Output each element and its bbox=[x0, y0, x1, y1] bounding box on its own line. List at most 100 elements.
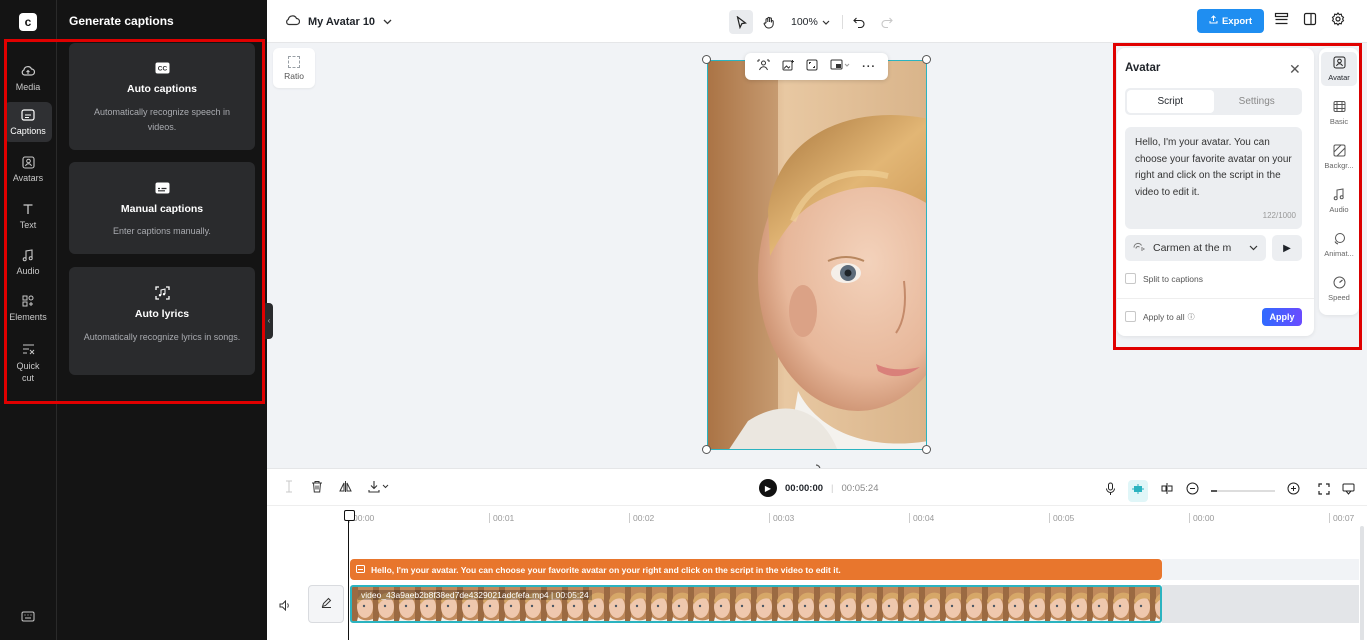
feedback-icon[interactable] bbox=[1342, 482, 1355, 500]
ruler-tick: 00:04 bbox=[909, 513, 934, 523]
hand-tool-button[interactable] bbox=[757, 10, 781, 34]
cloud-upload-icon bbox=[21, 64, 35, 78]
side-tab-speed[interactable]: Speed bbox=[1321, 272, 1357, 306]
split-to-captions-checkbox[interactable]: Split to captions bbox=[1125, 273, 1203, 284]
preview-voice-button[interactable]: ▶ bbox=[1272, 235, 1302, 261]
element-toolbar: ··· bbox=[745, 53, 888, 80]
undo-button[interactable] bbox=[847, 10, 871, 34]
video-preview[interactable] bbox=[707, 60, 927, 450]
rail-label-quick-cut: Quick cut bbox=[16, 361, 40, 383]
side-tab-avatar[interactable]: Avatar bbox=[1321, 52, 1357, 86]
tab-script[interactable]: Script bbox=[1127, 90, 1214, 113]
card-description: Enter captions manually. bbox=[113, 226, 211, 236]
avatar-panel: Avatar ✕ Script Settings Hello, I'm your… bbox=[1117, 48, 1314, 336]
resize-handle-bottom-right[interactable] bbox=[922, 445, 931, 454]
info-icon[interactable]: ⓘ bbox=[1188, 312, 1195, 322]
video-track-empty bbox=[1162, 585, 1359, 623]
side-tab-label: Avatar bbox=[1328, 73, 1350, 82]
split-icon[interactable] bbox=[283, 480, 295, 498]
timeline-zoom-slider[interactable] bbox=[1211, 490, 1275, 492]
rail-label-media: Media bbox=[15, 82, 41, 92]
side-tab-animation[interactable]: Animat... bbox=[1321, 228, 1357, 262]
ratio-icon bbox=[288, 55, 300, 68]
collapse-panel-button[interactable]: ‹ bbox=[265, 303, 273, 339]
microphone-icon[interactable] bbox=[1105, 482, 1116, 501]
project-menu[interactable]: My Avatar 10 bbox=[285, 14, 392, 29]
split-track-icon[interactable] bbox=[1160, 482, 1174, 500]
ruler-tick: 00:03 bbox=[769, 513, 794, 523]
card-title: Auto captions bbox=[127, 83, 197, 95]
more-options-icon[interactable]: ··· bbox=[862, 61, 876, 73]
redo-button[interactable] bbox=[875, 10, 899, 34]
remove-background-icon[interactable] bbox=[757, 59, 770, 74]
zoom-select[interactable]: 100% bbox=[791, 16, 830, 28]
zoom-in-icon[interactable] bbox=[1287, 482, 1300, 500]
speaker-icon[interactable] bbox=[279, 598, 291, 616]
layout-panel-icon[interactable] bbox=[1303, 12, 1317, 31]
separator: | bbox=[831, 482, 834, 494]
tab-settings[interactable]: Settings bbox=[1214, 90, 1301, 113]
resize-handle-top-right[interactable] bbox=[922, 55, 931, 64]
side-tab-background[interactable]: Backgr... bbox=[1321, 140, 1357, 174]
project-name: My Avatar 10 bbox=[308, 15, 376, 28]
rail-item-media[interactable]: Media bbox=[4, 58, 52, 98]
rail-item-quick-cut[interactable]: Quick cut bbox=[4, 336, 52, 390]
track-cover-button[interactable] bbox=[308, 585, 344, 623]
side-tab-label: Backgr... bbox=[1324, 161, 1354, 170]
video-clip[interactable]: video_43a9aeb2b8f38ed7de4329021adcfefa.m… bbox=[350, 585, 1162, 623]
voice-select[interactable]: Carmen at the m bbox=[1125, 235, 1266, 261]
app-logo[interactable]: c bbox=[19, 13, 37, 31]
delete-icon[interactable] bbox=[311, 480, 323, 498]
side-tab-basic[interactable]: Basic bbox=[1321, 96, 1357, 130]
settings-gear-icon[interactable] bbox=[1331, 12, 1345, 31]
rail-item-text[interactable]: Text bbox=[4, 196, 52, 236]
resize-handle-top-left[interactable] bbox=[702, 55, 711, 64]
apply-to-all-checkbox[interactable]: Apply to all ⓘ bbox=[1125, 311, 1195, 322]
auto-snap-icon[interactable] bbox=[1128, 480, 1148, 502]
caption-clip[interactable]: Hello, I'm your avatar. You can choose y… bbox=[350, 559, 1162, 580]
checkbox-box[interactable] bbox=[1125, 311, 1136, 322]
crop-icon[interactable] bbox=[806, 59, 818, 74]
manual-captions-card[interactable]: Manual captions Enter captions manually. bbox=[69, 162, 255, 254]
caption-clip-text: Hello, I'm your avatar. You can choose y… bbox=[371, 564, 841, 575]
timeline-ruler: 00:00 00:01 00:02 00:03 00:04 00:05 00:0… bbox=[349, 513, 1367, 525]
music-note-icon bbox=[1333, 188, 1346, 201]
rail-item-avatars[interactable]: Avatars bbox=[4, 149, 52, 189]
apply-button[interactable]: Apply bbox=[1262, 308, 1302, 326]
checkbox-box[interactable] bbox=[1125, 273, 1136, 284]
close-icon[interactable]: ✕ bbox=[1289, 61, 1301, 78]
cc-icon: CC bbox=[154, 61, 170, 75]
export-button[interactable]: Export bbox=[1197, 9, 1264, 33]
rail-label-avatars: Avatars bbox=[12, 173, 44, 183]
rail-item-audio[interactable]: Audio bbox=[4, 242, 52, 282]
zoom-out-icon[interactable] bbox=[1186, 482, 1199, 500]
fullscreen-icon[interactable] bbox=[1318, 482, 1330, 500]
keyboard-icon[interactable] bbox=[21, 609, 35, 622]
replace-image-icon[interactable] bbox=[782, 59, 795, 74]
playhead[interactable] bbox=[344, 510, 355, 640]
resize-handle-bottom-left[interactable] bbox=[702, 445, 711, 454]
text-icon bbox=[21, 202, 35, 216]
character-counter: 122/1000 bbox=[1262, 210, 1296, 220]
flip-icon[interactable] bbox=[339, 480, 352, 498]
ratio-button[interactable]: Ratio bbox=[273, 48, 315, 88]
side-tab-label: Speed bbox=[1328, 293, 1350, 302]
select-tool-button[interactable] bbox=[729, 10, 753, 34]
auto-captions-card[interactable]: CC Auto captions Automatically recognize… bbox=[69, 43, 255, 150]
scissors-icon bbox=[21, 342, 35, 356]
side-tab-audio[interactable]: Audio bbox=[1321, 184, 1357, 218]
script-text: Hello, I'm your avatar. You can choose y… bbox=[1135, 137, 1292, 198]
download-icon[interactable] bbox=[368, 480, 390, 498]
auto-lyrics-card[interactable]: Auto lyrics Automatically recognize lyri… bbox=[69, 267, 255, 375]
picture-in-picture-icon[interactable] bbox=[830, 59, 850, 74]
layers-icon[interactable] bbox=[1274, 12, 1289, 31]
rail-item-captions[interactable]: Captions bbox=[4, 102, 52, 142]
divider bbox=[1117, 298, 1314, 299]
subtitles-icon bbox=[154, 181, 170, 195]
rail-item-elements[interactable]: Elements bbox=[4, 288, 52, 328]
play-button[interactable]: ▶ bbox=[759, 479, 777, 497]
timeline-toolbar: ▶ 00:00:00 | 00:05:24 bbox=[267, 469, 1367, 506]
script-textarea[interactable]: Hello, I'm your avatar. You can choose y… bbox=[1125, 127, 1302, 229]
pencil-icon bbox=[321, 595, 332, 613]
timeline-scrollbar[interactable] bbox=[1360, 526, 1364, 640]
